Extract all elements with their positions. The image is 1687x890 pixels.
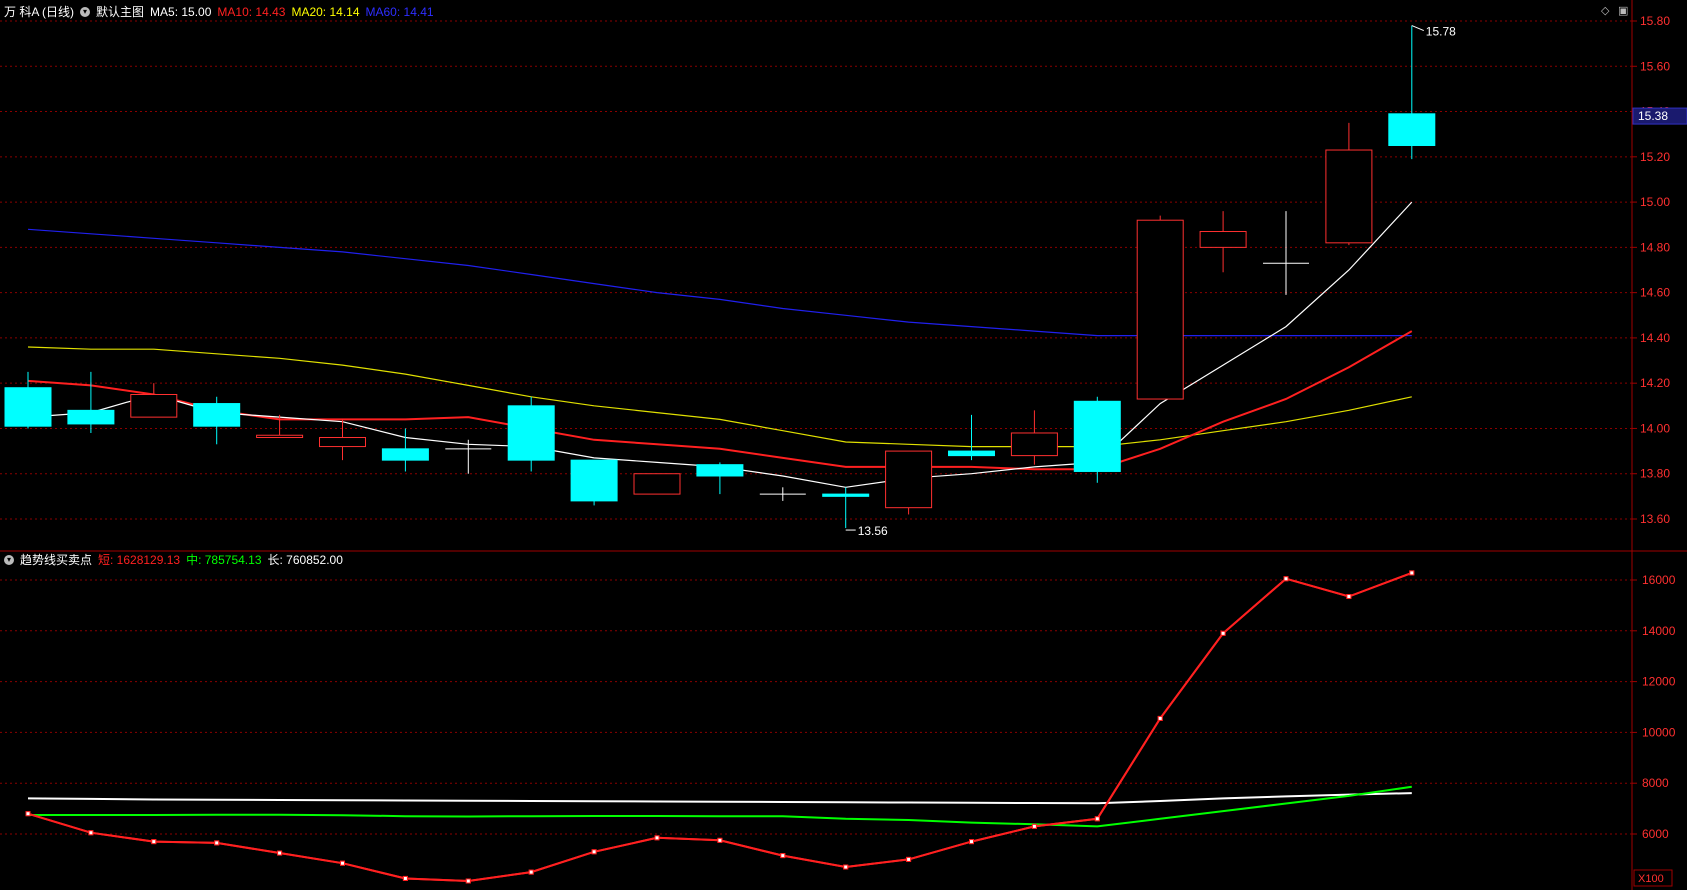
candle-body <box>193 403 241 427</box>
series-point <box>1157 715 1163 721</box>
series-point <box>906 856 912 862</box>
series-point <box>780 853 786 859</box>
candle-body <box>822 493 870 497</box>
series-point <box>1094 816 1100 822</box>
unit-label: X100 <box>1638 873 1664 885</box>
series-point <box>969 839 974 845</box>
ma20-line <box>27 346 1412 448</box>
price-tick-label: 15.20 <box>1640 150 1670 164</box>
price-tick-label: 14.20 <box>1640 376 1670 390</box>
series-line-short-top <box>27 571 1413 883</box>
high-annotation-pointer <box>1411 25 1424 31</box>
price-tick-label: 15.00 <box>1640 195 1670 209</box>
ma10-line <box>27 330 1413 471</box>
candle-body <box>256 434 304 439</box>
series-point <box>151 839 157 845</box>
candle-body <box>381 448 429 461</box>
price-tick-label: 13.60 <box>1640 512 1670 526</box>
price-tick-label: 15.80 <box>1640 14 1670 28</box>
current-price-label: 15.38 <box>1638 109 1668 123</box>
high-annotation-label: 15.78 <box>1426 25 1456 39</box>
candle-body <box>4 387 52 427</box>
price-tick-label: 14.00 <box>1640 421 1670 435</box>
indicator-tick-label: 10000 <box>1642 725 1676 739</box>
candle-body <box>1199 231 1247 248</box>
candle-body <box>570 459 618 502</box>
candle-body <box>696 464 744 477</box>
series-point <box>843 864 849 870</box>
price-tick-label: 14.60 <box>1640 286 1670 300</box>
candle-body <box>507 405 555 461</box>
series-point <box>1031 823 1037 829</box>
candle-body <box>1136 219 1184 400</box>
price-tick-label: 14.40 <box>1640 331 1670 345</box>
candle-body <box>1325 149 1373 244</box>
series-point <box>654 835 660 841</box>
series-point <box>528 869 534 875</box>
candle-body <box>885 450 933 509</box>
indicator-tick-label: 6000 <box>1642 827 1669 841</box>
indicator-tick-label: 14000 <box>1642 624 1676 638</box>
candle-body <box>67 409 115 425</box>
indicator-tick-label: 16000 <box>1642 573 1676 587</box>
series-point <box>214 840 220 846</box>
chart-canvas[interactable]: 15.8015.6015.4015.2015.0014.8014.6014.40… <box>0 0 1687 890</box>
series-point <box>277 850 283 856</box>
series-point <box>25 811 31 817</box>
series-point <box>591 849 597 855</box>
series-line-短 <box>27 571 1413 883</box>
series-line-长 <box>27 792 1412 805</box>
series-point <box>340 860 345 866</box>
indicator-tick-label: 8000 <box>1642 776 1669 790</box>
series-point <box>402 875 408 881</box>
series-point <box>1346 594 1352 600</box>
indicator-tick-label: 12000 <box>1642 675 1676 689</box>
series-point <box>1409 570 1415 576</box>
candle-body <box>319 437 366 448</box>
low-annotation-label: 13.56 <box>858 524 888 538</box>
series-point <box>465 878 471 884</box>
candle-body <box>633 473 681 495</box>
candle-body <box>1073 400 1121 472</box>
price-tick-label: 15.60 <box>1640 59 1670 73</box>
price-tick-label: 13.80 <box>1640 467 1670 481</box>
series-point <box>88 830 94 836</box>
price-tick-label: 14.80 <box>1640 240 1670 254</box>
candle-body <box>948 450 995 457</box>
series-point <box>1283 576 1289 582</box>
candle-body <box>1010 432 1058 457</box>
series-point <box>717 837 723 843</box>
candle-body <box>130 394 178 418</box>
candle-body <box>1388 113 1436 146</box>
series-point <box>1220 630 1226 636</box>
series-line-中 <box>28 785 1412 828</box>
